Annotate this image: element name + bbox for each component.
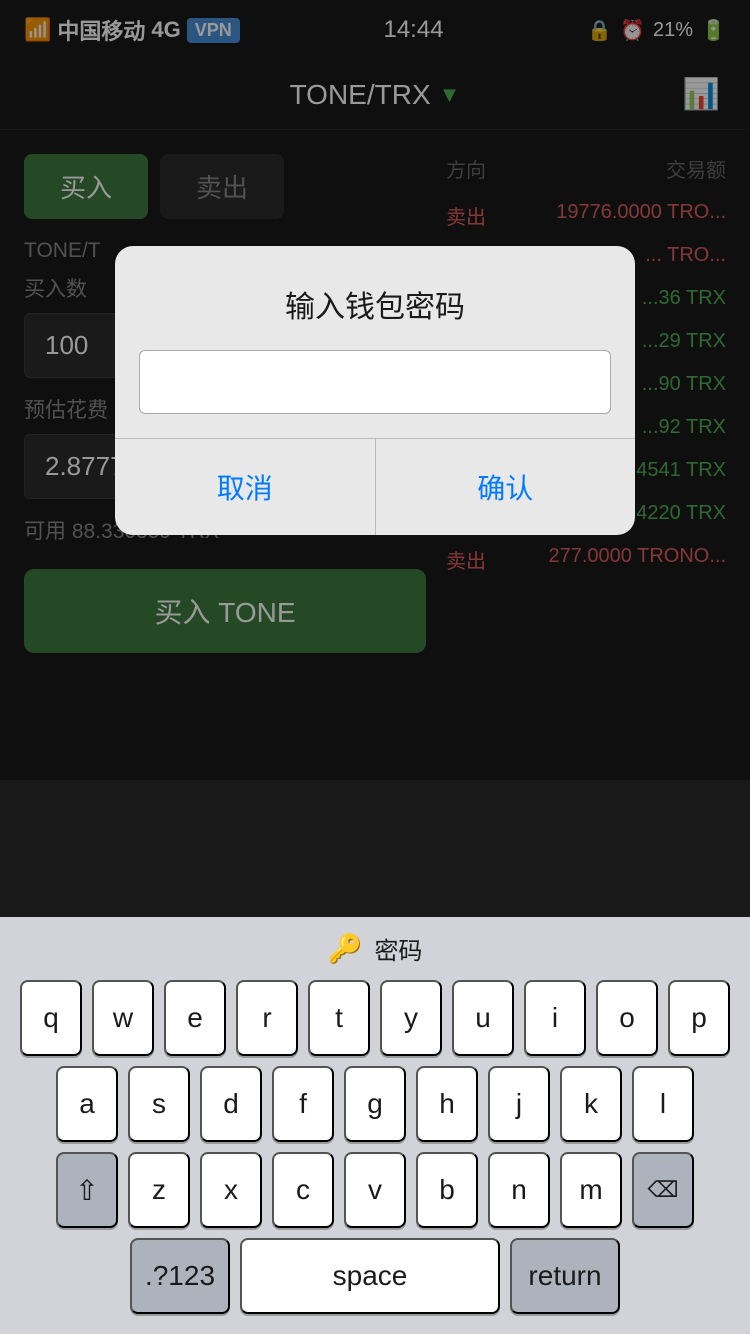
key-z[interactable]: z (128, 1152, 190, 1228)
keyboard-row-3: ⇧zxcvbnm⌫ (6, 1152, 744, 1228)
delete-key[interactable]: ⌫ (632, 1152, 694, 1228)
key-s[interactable]: s (128, 1066, 190, 1142)
key-m[interactable]: m (560, 1152, 622, 1228)
key-h[interactable]: h (416, 1066, 478, 1142)
keyboard-container: 🔑 密码 qwertyuiop asdfghjkl ⇧zxcvbnm⌫ .?12… (0, 917, 750, 1334)
space-key[interactable]: space (240, 1238, 500, 1314)
key-n[interactable]: n (488, 1152, 550, 1228)
key-k[interactable]: k (560, 1066, 622, 1142)
key-c[interactable]: c (272, 1152, 334, 1228)
key-icon: 🔑 (328, 932, 363, 965)
password-input[interactable] (139, 350, 611, 414)
key-u[interactable]: u (452, 980, 514, 1056)
key-b[interactable]: b (416, 1152, 478, 1228)
keyboard-row-1: qwertyuiop (6, 980, 744, 1056)
key-r[interactable]: r (236, 980, 298, 1056)
return-key[interactable]: return (510, 1238, 620, 1314)
cancel-button[interactable]: 取消 (115, 439, 376, 535)
modal-input-wrapper (115, 350, 635, 438)
key-p[interactable]: p (668, 980, 730, 1056)
keyboard-row-2: asdfghjkl (6, 1066, 744, 1142)
key-o[interactable]: o (596, 980, 658, 1056)
key-l[interactable]: l (632, 1066, 694, 1142)
key-x[interactable]: x (200, 1152, 262, 1228)
key-y[interactable]: y (380, 980, 442, 1056)
modal-title: 输入钱包密码 (115, 246, 635, 350)
password-modal: 输入钱包密码 取消 确认 (115, 246, 635, 535)
key-t[interactable]: t (308, 980, 370, 1056)
modal-overlay: 输入钱包密码 取消 确认 (0, 0, 750, 780)
password-label: 密码 (374, 931, 422, 966)
key-i[interactable]: i (524, 980, 586, 1056)
key-j[interactable]: j (488, 1066, 550, 1142)
shift-key[interactable]: ⇧ (56, 1152, 118, 1228)
key-w[interactable]: w (92, 980, 154, 1056)
key-g[interactable]: g (344, 1066, 406, 1142)
key-q[interactable]: q (20, 980, 82, 1056)
numbers-key[interactable]: .?123 (130, 1238, 230, 1314)
key-v[interactable]: v (344, 1152, 406, 1228)
password-hint: 🔑 密码 (6, 931, 744, 966)
key-a[interactable]: a (56, 1066, 118, 1142)
modal-buttons: 取消 确认 (115, 438, 635, 535)
key-d[interactable]: d (200, 1066, 262, 1142)
key-f[interactable]: f (272, 1066, 334, 1142)
confirm-button[interactable]: 确认 (376, 439, 636, 535)
keyboard-row-4: .?123 space return (6, 1238, 744, 1314)
key-e[interactable]: e (164, 980, 226, 1056)
